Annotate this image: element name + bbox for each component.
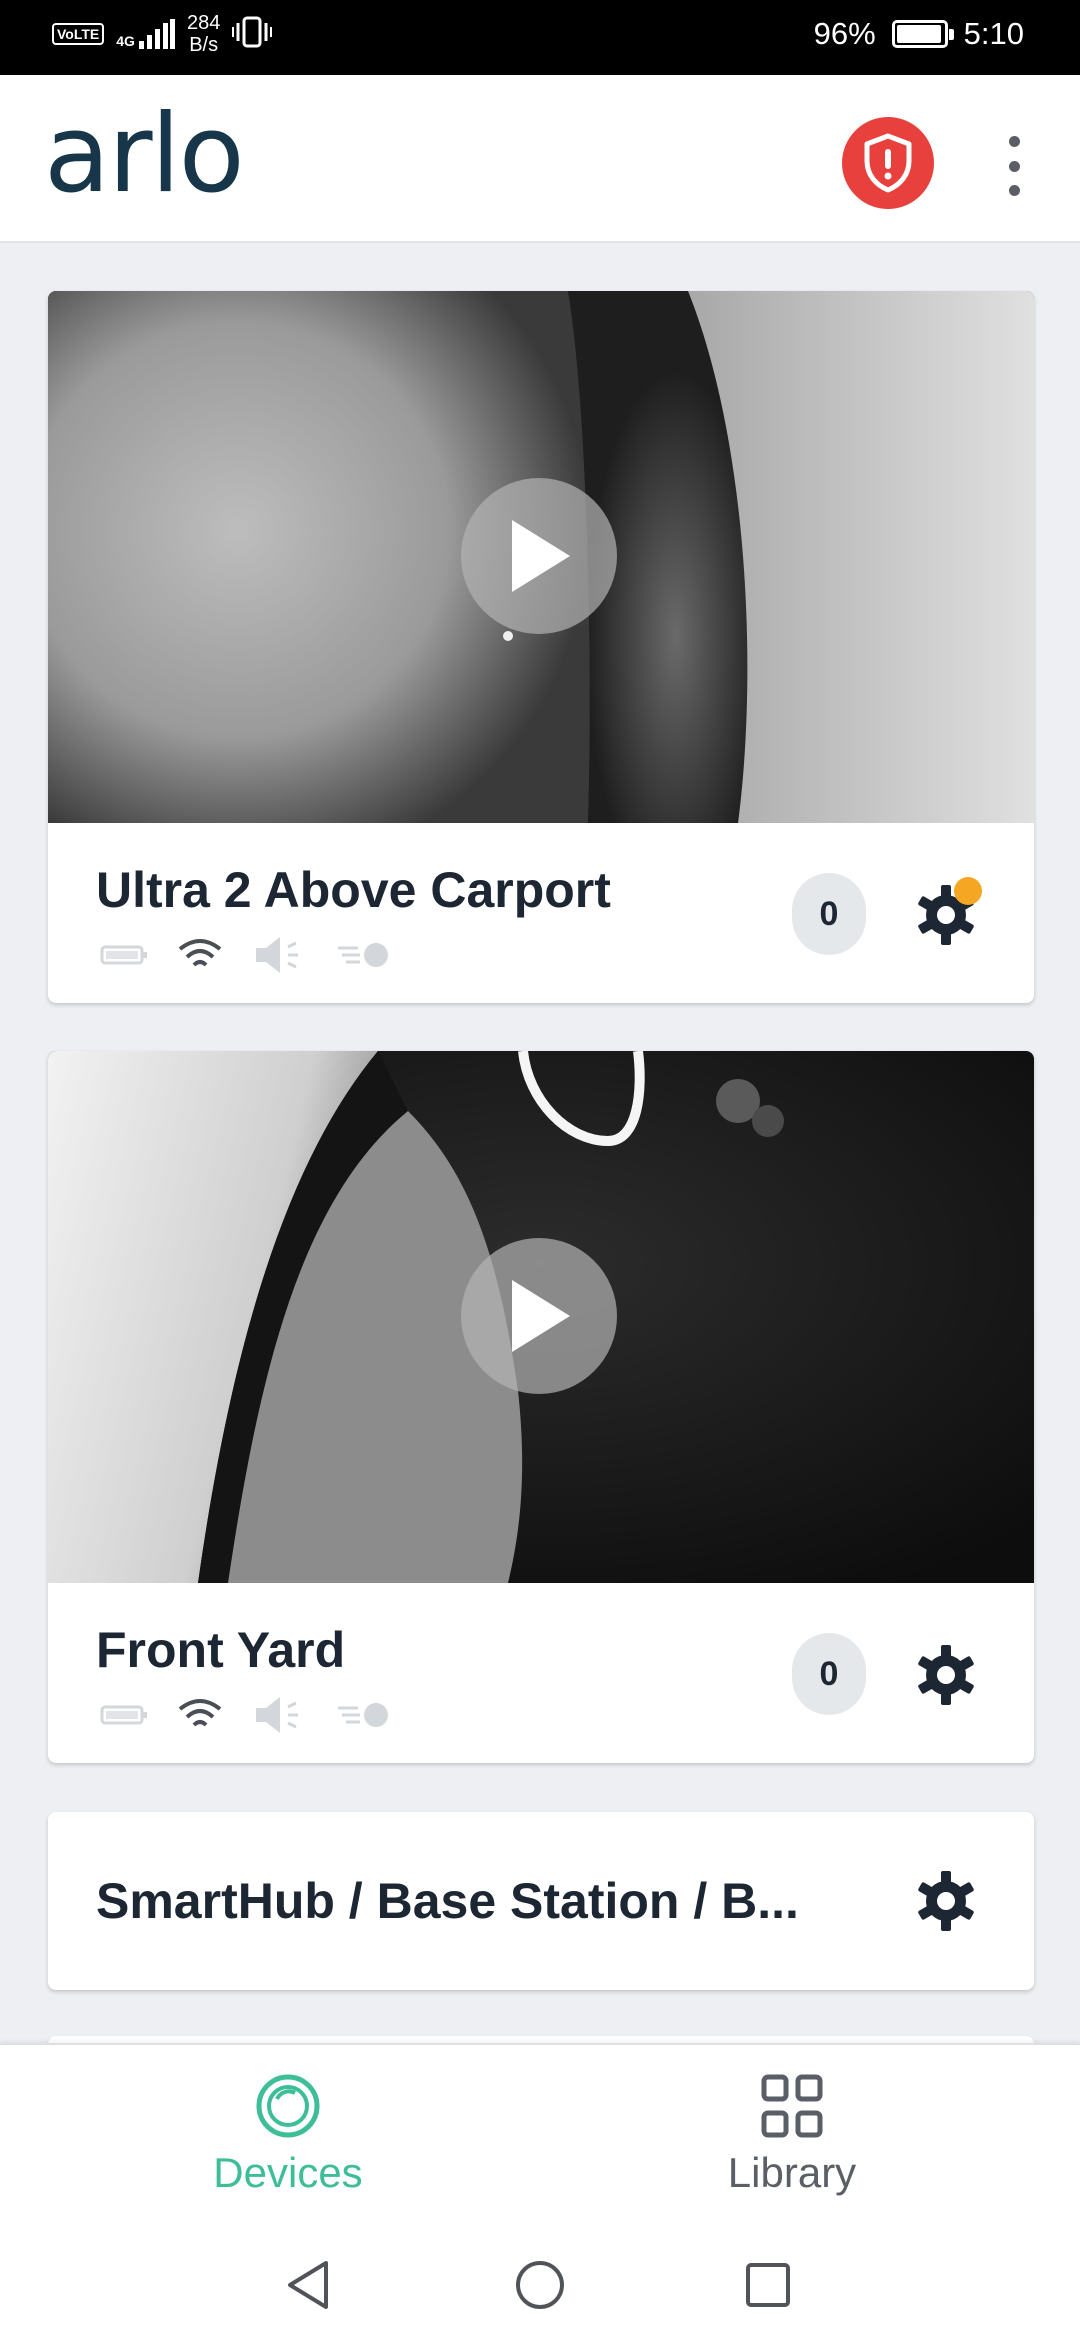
speaker-muted-icon (256, 937, 298, 973)
security-shield-button[interactable] (842, 117, 934, 209)
arlo-logo: arlo (44, 92, 245, 217)
tab-devices-label: Devices (213, 2149, 363, 2196)
bottom-navigation: Devices Library (0, 2043, 1080, 2235)
more-options-button[interactable] (994, 130, 1034, 202)
play-button[interactable] (461, 1238, 617, 1394)
library-grid-icon (761, 2074, 823, 2138)
system-navigation-bar (0, 2235, 1080, 2340)
back-button[interactable] (276, 2253, 340, 2317)
app-bar: arlo (0, 75, 1080, 243)
settings-alert-dot (954, 877, 982, 905)
recents-square-icon (746, 2263, 790, 2307)
gear-icon (918, 1645, 974, 1705)
camera-snapshot[interactable] (48, 1051, 1034, 1583)
tab-library-label: Library (727, 2149, 857, 2196)
clip-count-badge[interactable]: 0 (792, 1633, 866, 1715)
tab-library[interactable]: Library (642, 2073, 942, 2197)
camera-settings-button[interactable] (914, 877, 982, 947)
camera-name: Front Yard (96, 1622, 346, 1678)
network-speed: 284 B/s (186, 12, 221, 56)
camera-name: Ultra 2 Above Carport (96, 862, 611, 918)
camera-settings-button[interactable] (914, 1643, 978, 1707)
status-bar: VoLTE 4G 284 B/s 96% 5:10 (0, 0, 1080, 75)
camera-status-icons (100, 1693, 392, 1737)
base-station-card[interactable]: SmartHub / Base Station / B... (48, 1812, 1034, 1990)
recents-button[interactable] (736, 2253, 800, 2317)
camera-card: Ultra 2 Above Carport 0 (48, 291, 1034, 1003)
camera-status-icons (100, 933, 392, 977)
motion-icon (338, 1703, 388, 1727)
play-button[interactable] (461, 478, 617, 634)
home-circle-icon (516, 2261, 564, 2309)
shield-alert-icon (864, 133, 912, 193)
base-station-settings-button[interactable] (914, 1869, 978, 1933)
base-station-name: SmartHub / Base Station / B... (96, 1873, 799, 1929)
home-button[interactable] (508, 2253, 572, 2317)
battery-status-icon (100, 945, 147, 965)
camera-card: Front Yard 0 (48, 1051, 1034, 1763)
wifi-icon (178, 1699, 222, 1727)
wifi-icon (178, 939, 222, 967)
back-triangle-icon (288, 2261, 328, 2309)
battery-percent: 96% (813, 16, 876, 51)
clock: 5:10 (963, 16, 1024, 51)
camera-snapshot[interactable] (48, 291, 1034, 823)
vibrate-icon (232, 15, 273, 54)
motion-icon (338, 943, 388, 967)
volte-indicator: VoLTE (52, 23, 105, 45)
battery-icon (891, 20, 954, 48)
play-icon (512, 1280, 570, 1352)
gear-icon (918, 1871, 974, 1931)
speaker-muted-icon (256, 1697, 298, 1733)
signal-icon: 4G (116, 19, 175, 49)
devices-icon (256, 2074, 320, 2138)
battery-status-icon (100, 1705, 147, 1725)
play-icon (512, 520, 570, 592)
more-vertical-icon (1008, 136, 1020, 147)
clip-count-badge[interactable]: 0 (792, 873, 866, 955)
tab-devices[interactable]: Devices (138, 2073, 438, 2197)
